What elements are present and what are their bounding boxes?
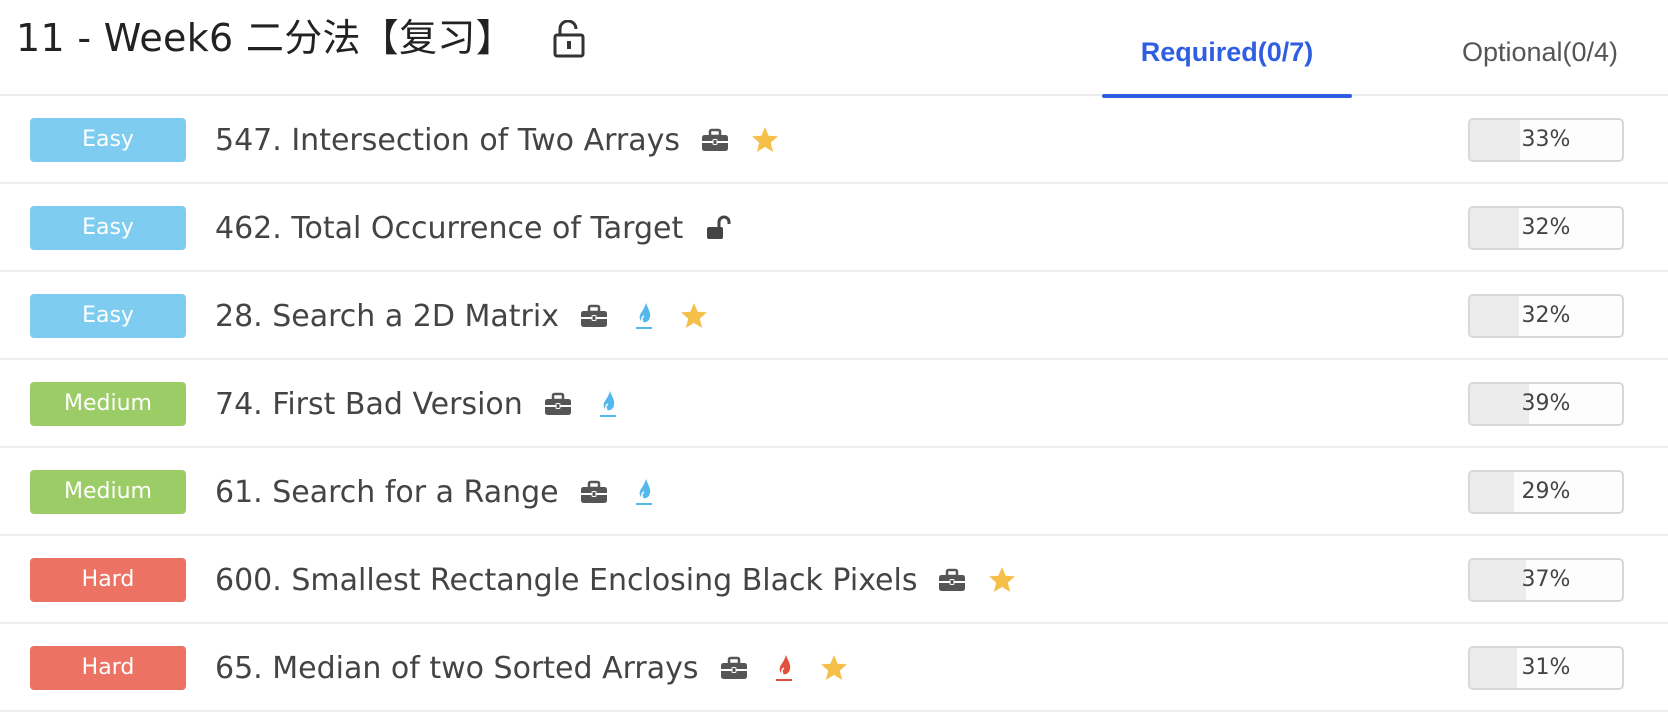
problem-name-link[interactable]: 600. Smallest Rectangle Enclosing Black … [215,563,917,598]
problem-row[interactable]: Easy 462. Total Occurrence of Target 32% [0,184,1668,272]
problem-row[interactable]: Medium 61. Search for a Range 29% [0,448,1668,536]
difficulty-badge: Hard [30,558,186,602]
problem-title-group: 65. Median of two Sorted Arrays [215,624,849,712]
difficulty-badge: Easy [30,206,186,250]
problem-row[interactable]: Easy 547. Intersection of Two Arrays 33% [0,96,1668,184]
problem-name-link[interactable]: 61. Search for a Range [215,475,559,510]
difficulty-badge: Easy [30,294,186,338]
fire-blue-icon [629,477,659,507]
acceptance-rate-bar: 39% [1468,382,1624,426]
acceptance-rate-bar: 31% [1468,646,1624,690]
difficulty-badge: Medium [30,470,186,514]
tab-optional[interactable]: Optional(0/4) [1410,24,1668,96]
star-icon [750,125,780,155]
problem-title-group: 61. Search for a Range [215,448,659,536]
briefcase-icon [579,301,609,331]
acceptance-rate-text: 32% [1521,303,1571,328]
problem-name-link[interactable]: 65. Median of two Sorted Arrays [215,651,699,686]
acceptance-rate-text: 29% [1521,479,1571,504]
problem-title-group: 74. First Bad Version [215,360,623,448]
acceptance-rate-text: 33% [1521,127,1571,152]
problem-list: Easy 547. Intersection of Two Arrays 33%… [0,96,1668,712]
fire-blue-icon [593,389,623,419]
problem-title-group: 547. Intersection of Two Arrays [215,96,780,184]
tab-optional-label: Optional(0/4) [1461,37,1619,67]
star-icon [679,301,709,331]
acceptance-rate-text: 39% [1521,391,1571,416]
tab-required[interactable]: Required(0/7) [1102,24,1352,98]
unlock-icon[interactable] [552,19,586,58]
star-icon [819,653,849,683]
problem-title-group: 28. Search a 2D Matrix [215,272,709,360]
tab-required-label: Required(0/7) [1140,37,1314,67]
acceptance-rate-text: 31% [1521,655,1571,680]
briefcase-icon [719,653,749,683]
problem-title-group: 462. Total Occurrence of Target [215,184,733,272]
acceptance-rate-text: 37% [1521,567,1571,592]
page-title: 11 - Week6 二分法【复习】 [16,16,514,60]
acceptance-rate-text: 32% [1521,215,1571,240]
acceptance-rate-bar: 32% [1468,294,1624,338]
problem-name-link[interactable]: 74. First Bad Version [215,387,523,422]
acceptance-rate-bar: 29% [1468,470,1624,514]
problem-row[interactable]: Medium 74. First Bad Version 39% [0,360,1668,448]
star-icon [987,565,1017,595]
difficulty-badge: Hard [30,646,186,690]
acceptance-rate-bar: 33% [1468,118,1624,162]
acceptance-rate-bar: 37% [1468,558,1624,602]
problem-title-group: 600. Smallest Rectangle Enclosing Black … [215,536,1017,624]
acceptance-rate-bar: 32% [1468,206,1624,250]
fire-blue-icon [629,301,659,331]
briefcase-icon [543,389,573,419]
briefcase-icon [579,477,609,507]
problem-name-link[interactable]: 462. Total Occurrence of Target [215,211,683,246]
briefcase-icon [937,565,967,595]
problem-row[interactable]: Hard 65. Median of two Sorted Arrays 31% [0,624,1668,712]
difficulty-badge: Easy [30,118,186,162]
page-header: 11 - Week6 二分法【复习】 Required(0/7) Optiona… [0,0,1668,98]
problem-row[interactable]: Hard 600. Smallest Rectangle Enclosing B… [0,536,1668,624]
unlock-icon [703,213,733,243]
problem-row[interactable]: Easy 28. Search a 2D Matrix 32% [0,272,1668,360]
problem-name-link[interactable]: 547. Intersection of Two Arrays [215,123,680,158]
briefcase-icon [700,125,730,155]
fire-red-icon [769,653,799,683]
problem-name-link[interactable]: 28. Search a 2D Matrix [215,299,559,334]
difficulty-badge: Medium [30,382,186,426]
